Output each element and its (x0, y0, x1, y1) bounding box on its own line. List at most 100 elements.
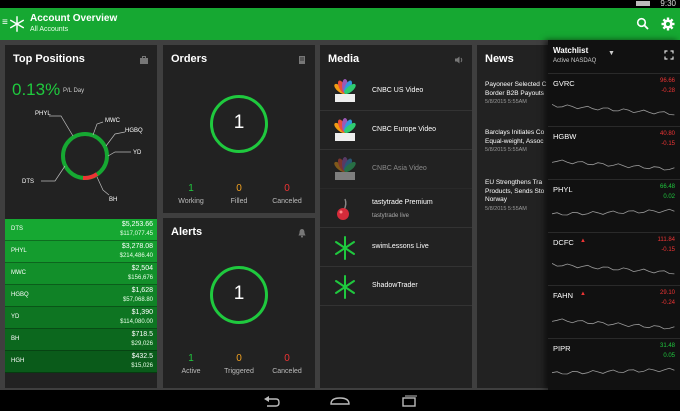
orders-title: Orders (171, 53, 208, 65)
watchlist-symbol: DCFC (553, 238, 574, 247)
position-market-value: $117,077.45 (120, 231, 153, 237)
watchlist-selector[interactable]: Active NASDAQ (553, 58, 596, 64)
media-item-label: CNBC US Video (372, 87, 424, 94)
news-headline-line: Equal-weight, Assoc (485, 137, 544, 145)
news-headline-line: Norway (485, 196, 508, 203)
watchlist-change: -0.15 (661, 247, 675, 253)
watchlist-change: 0.02 (663, 194, 675, 200)
alert-triangle-icon: ▲ (580, 238, 586, 244)
sparkline (552, 318, 675, 330)
chevron-down-icon[interactable]: ▼ (608, 50, 615, 57)
orders-filled-stat[interactable]: 0 Filled (214, 183, 264, 205)
bell-icon[interactable] (297, 228, 307, 238)
expand-icon[interactable] (664, 50, 674, 60)
search-icon[interactable] (636, 17, 650, 31)
gear-icon[interactable] (660, 16, 676, 32)
speaker-icon[interactable] (454, 55, 464, 65)
stat-value: 0 (284, 183, 290, 194)
media-item[interactable]: swimLessons Live (320, 229, 472, 267)
media-item-label: swimLessons Live (372, 243, 429, 250)
news-date: 5/8/2015 5:55AM (485, 99, 527, 105)
position-row[interactable]: YD $1,390 $114,080.00 (5, 307, 157, 329)
app-logo-icon (9, 16, 25, 32)
watchlist-symbol: FAHN (553, 291, 574, 300)
position-row[interactable]: HGH $432.5 $15,026 (5, 351, 157, 373)
news-item[interactable]: Barclays Initiates Co Equal-weight, Assoc… (485, 129, 549, 153)
top-positions-card[interactable]: Top Positions 0.13% P/L Day PHYL MWC HGB… (5, 45, 157, 388)
donut-label: YD (133, 150, 142, 156)
peacock-icon (332, 118, 358, 144)
watchlist-row[interactable]: FAHN ▲ 29.10 -0.24 (548, 285, 680, 338)
position-value: $5,253.66 (121, 221, 153, 228)
news-date: 5/8/2015 5:55AM (485, 147, 527, 153)
watchlist-row[interactable]: DCFC ▲ 111.84 -0.15 (548, 232, 680, 285)
watchlist-price: 96.66 (659, 78, 675, 84)
stat-value: 1 (188, 353, 194, 364)
orders-card[interactable]: Orders 1 1 Working 0 Filled 0 Canceled (163, 45, 315, 213)
position-symbol: MWC (11, 270, 26, 276)
position-row[interactable]: PHYL $3,278.08 $214,486.40 (5, 241, 157, 263)
position-row[interactable]: HGBQ $1,628 $57,068.80 (5, 285, 157, 307)
alerts-active-stat[interactable]: 1 Active (166, 353, 216, 375)
media-item-label: tastytrade Premium (372, 199, 433, 206)
news-headline-line: Products, Sends Sto (485, 187, 545, 195)
watchlist-change: -0.28 (661, 88, 675, 94)
stat-value: 0 (284, 353, 290, 364)
donut-label: DTS (22, 179, 34, 185)
news-headline-line: Border B2B Payouts (485, 89, 544, 97)
position-value: $718.5 (131, 331, 153, 338)
watchlist-row[interactable]: GVRC 96.66 -0.28 (548, 73, 680, 126)
alerts-triggered-stat[interactable]: 0 Triggered (214, 353, 264, 375)
position-symbol: PHYL (11, 248, 27, 254)
media-item-label: CNBC Europe Video (372, 126, 437, 133)
media-item[interactable]: tastytrade Premium tastytrade live (320, 190, 472, 228)
media-item-label: CNBC Asia Video (372, 165, 427, 172)
position-symbol: DTS (11, 226, 23, 232)
sparkline (552, 367, 675, 375)
position-market-value: $15,026 (131, 363, 153, 369)
stat-label: Active (181, 368, 201, 375)
document-icon[interactable] (297, 55, 307, 65)
news-item[interactable]: Payoneer Selected C Border B2B Payouts 5/8… (485, 81, 549, 105)
watchlist-symbol: PHYL (553, 185, 573, 194)
media-item[interactable]: CNBC US Video (320, 73, 472, 111)
position-row[interactable]: BH $718.5 $29,026 (5, 329, 157, 351)
position-market-value: $57,068.80 (122, 297, 153, 303)
media-item[interactable]: CNBC Asia Video (320, 151, 472, 189)
watchlist-price: 111.84 (657, 237, 675, 243)
watchlist-price: 29.10 (659, 290, 675, 296)
alerts-canceled-stat[interactable]: 0 Canceled (262, 353, 312, 375)
watchlist-symbol: GVRC (553, 79, 575, 88)
account-selector[interactable]: All Accounts (30, 26, 68, 33)
news-date: 5/8/2015 5:55AM (485, 205, 527, 212)
donut-label: BH (109, 197, 117, 203)
orders-working-stat[interactable]: 1 Working (166, 183, 216, 205)
orders-canceled-stat[interactable]: 0 Canceled (262, 183, 312, 205)
stat-label: Canceled (272, 198, 302, 205)
recents-icon[interactable] (398, 395, 420, 407)
watchlist-symbol: HGBW (553, 132, 577, 141)
alerts-card[interactable]: Alerts 1 1 Active 0 Triggered 0 Canceled (163, 218, 315, 388)
watchlist-price: 66.48 (659, 184, 675, 190)
position-row[interactable]: DTS $5,253.66 $117,077.45 (5, 219, 157, 241)
sparkline (552, 208, 675, 216)
position-symbol: HGH (11, 358, 25, 364)
watchlist-row[interactable]: PHYL 66.48 0.02 (548, 179, 680, 232)
position-row[interactable]: MWC $2,504 $156,676 (5, 263, 157, 285)
home-icon[interactable] (329, 395, 351, 407)
stat-label: Working (178, 198, 204, 205)
watchlist-row[interactable]: PIPR 31.48 0.05 (548, 338, 680, 391)
position-market-value: $156,676 (127, 275, 153, 281)
back-icon[interactable] (260, 395, 282, 407)
alerts-count: 1 (233, 283, 245, 304)
watchlist-row[interactable]: HGBW 40.80 -0.15 (548, 126, 680, 179)
media-item-label: ShadowTrader (372, 282, 418, 289)
positions-donut-chart: PHYL MWC HGBQ YD BH DTS (22, 111, 143, 203)
news-item[interactable]: EU Strengthens Tra Products, Sends Sto Nor… (485, 179, 549, 212)
watchlist-change: -0.15 (661, 141, 675, 147)
media-item[interactable]: CNBC Europe Video (320, 112, 472, 150)
dashboard: Top Positions 0.13% P/L Day PHYL MWC HGB… (0, 40, 680, 390)
briefcase-icon[interactable] (139, 55, 149, 65)
stat-value: 1 (188, 183, 194, 194)
media-item[interactable]: ShadowTrader (320, 268, 472, 306)
